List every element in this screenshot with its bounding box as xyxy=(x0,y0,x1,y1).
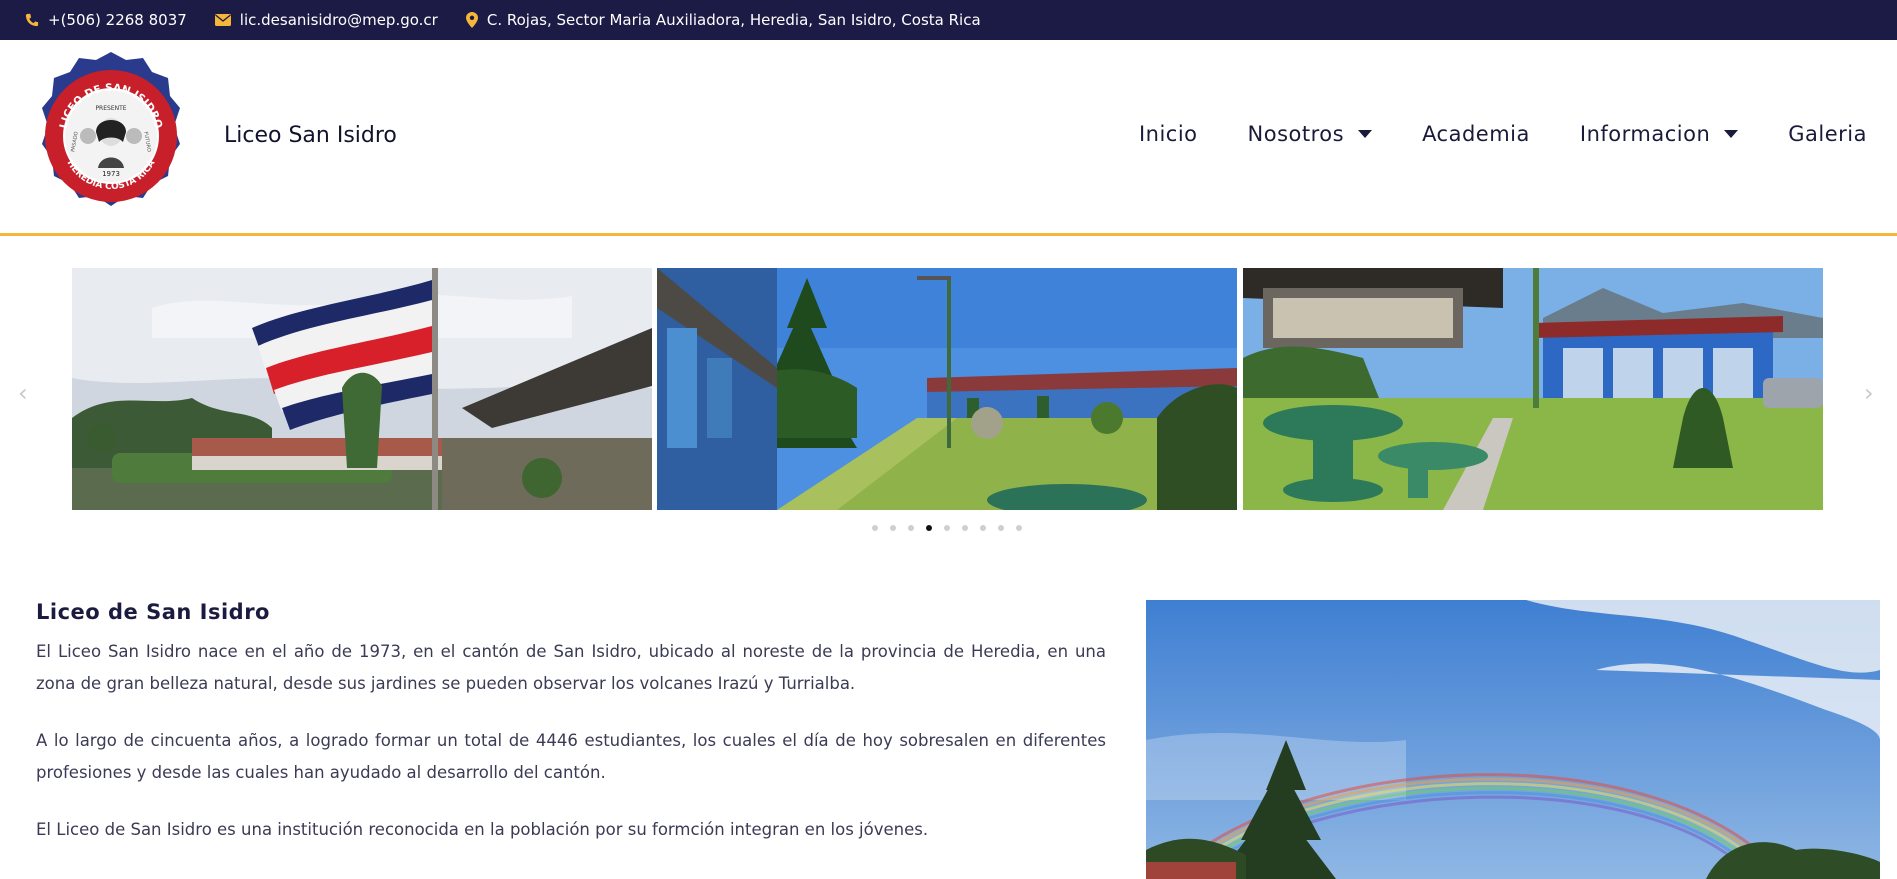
phone-text: +(506) 2268 8037 xyxy=(48,11,187,29)
nav-label: Galeria xyxy=(1788,122,1867,146)
about-heading: Liceo de San Isidro xyxy=(36,600,270,624)
logo-inner-text: PRESENTE xyxy=(95,105,126,112)
nav-item-inicio[interactable]: Inicio xyxy=(1139,122,1198,146)
address-text: C. Rojas, Sector Maria Auxiliadora, Here… xyxy=(486,11,981,29)
carousel-slide-pavilion[interactable] xyxy=(1243,268,1823,510)
carousel-slide-flag[interactable] xyxy=(72,268,652,510)
logo-year: 1973 xyxy=(102,170,120,178)
nav-item-galeria[interactable]: Galeria xyxy=(1788,122,1867,146)
carousel-dot-active[interactable] xyxy=(926,525,932,531)
nav-item-informacion[interactable]: Informacion xyxy=(1579,122,1739,146)
caret-down-icon xyxy=(1358,130,1373,138)
email-contact[interactable]: lic.desanisidro@mep.go.cr xyxy=(214,11,438,29)
image-carousel: ‹ › xyxy=(0,236,1897,541)
carousel-pagination xyxy=(872,525,1034,531)
about-paragraph: El Liceo de San Isidro es una institució… xyxy=(36,820,929,839)
main-nav: Inicio Nosotros Academia Informacion Gal… xyxy=(1089,122,1867,146)
carousel-dot[interactable] xyxy=(944,525,950,531)
chevron-left-icon[interactable]: ‹ xyxy=(18,379,28,407)
nav-label: Informacion xyxy=(1579,122,1711,146)
site-logo[interactable]: LICEO DE SAN ISIDRO HEREDIA COSTA RICA P… xyxy=(38,50,184,222)
carousel-dot[interactable] xyxy=(962,525,968,531)
carousel-dot[interactable] xyxy=(998,525,1004,531)
caret-down-icon xyxy=(1724,130,1739,138)
nav-item-nosotros[interactable]: Nosotros xyxy=(1248,122,1373,146)
phone-contact[interactable]: +(506) 2268 8037 xyxy=(25,11,187,29)
site-header: LICEO DE SAN ISIDRO HEREDIA COSTA RICA P… xyxy=(0,40,1897,236)
rainbow-photo xyxy=(1146,600,1880,879)
nav-label: Inicio xyxy=(1138,122,1198,146)
envelope-icon xyxy=(214,14,231,26)
top-info-bar: +(506) 2268 8037 lic.desanisidro@mep.go.… xyxy=(0,0,1897,40)
about-paragraph: A lo largo de cincuenta años, a logrado … xyxy=(36,731,1106,782)
carousel-dot[interactable] xyxy=(908,525,914,531)
carousel-dot[interactable] xyxy=(980,525,986,531)
about-paragraph: El Liceo San Isidro nace en el año de 19… xyxy=(36,642,1106,693)
about-section: Liceo de San Isidro El Liceo San Isidro … xyxy=(36,600,1106,871)
carousel-dot[interactable] xyxy=(1016,525,1022,531)
phone-icon xyxy=(25,13,39,27)
nav-item-academia[interactable]: Academia xyxy=(1422,122,1530,146)
site-title[interactable]: Liceo San Isidro xyxy=(224,123,397,148)
carousel-slide-garden[interactable] xyxy=(657,268,1237,510)
carousel-dot[interactable] xyxy=(872,525,878,531)
map-pin-icon xyxy=(465,12,478,28)
email-text: lic.desanisidro@mep.go.cr xyxy=(239,11,438,29)
address-contact: C. Rojas, Sector Maria Auxiliadora, Here… xyxy=(465,11,981,29)
carousel-dot[interactable] xyxy=(890,525,896,531)
nav-label: Nosotros xyxy=(1247,122,1345,146)
chevron-right-icon[interactable]: › xyxy=(1864,379,1874,407)
nav-label: Academia xyxy=(1422,122,1530,146)
